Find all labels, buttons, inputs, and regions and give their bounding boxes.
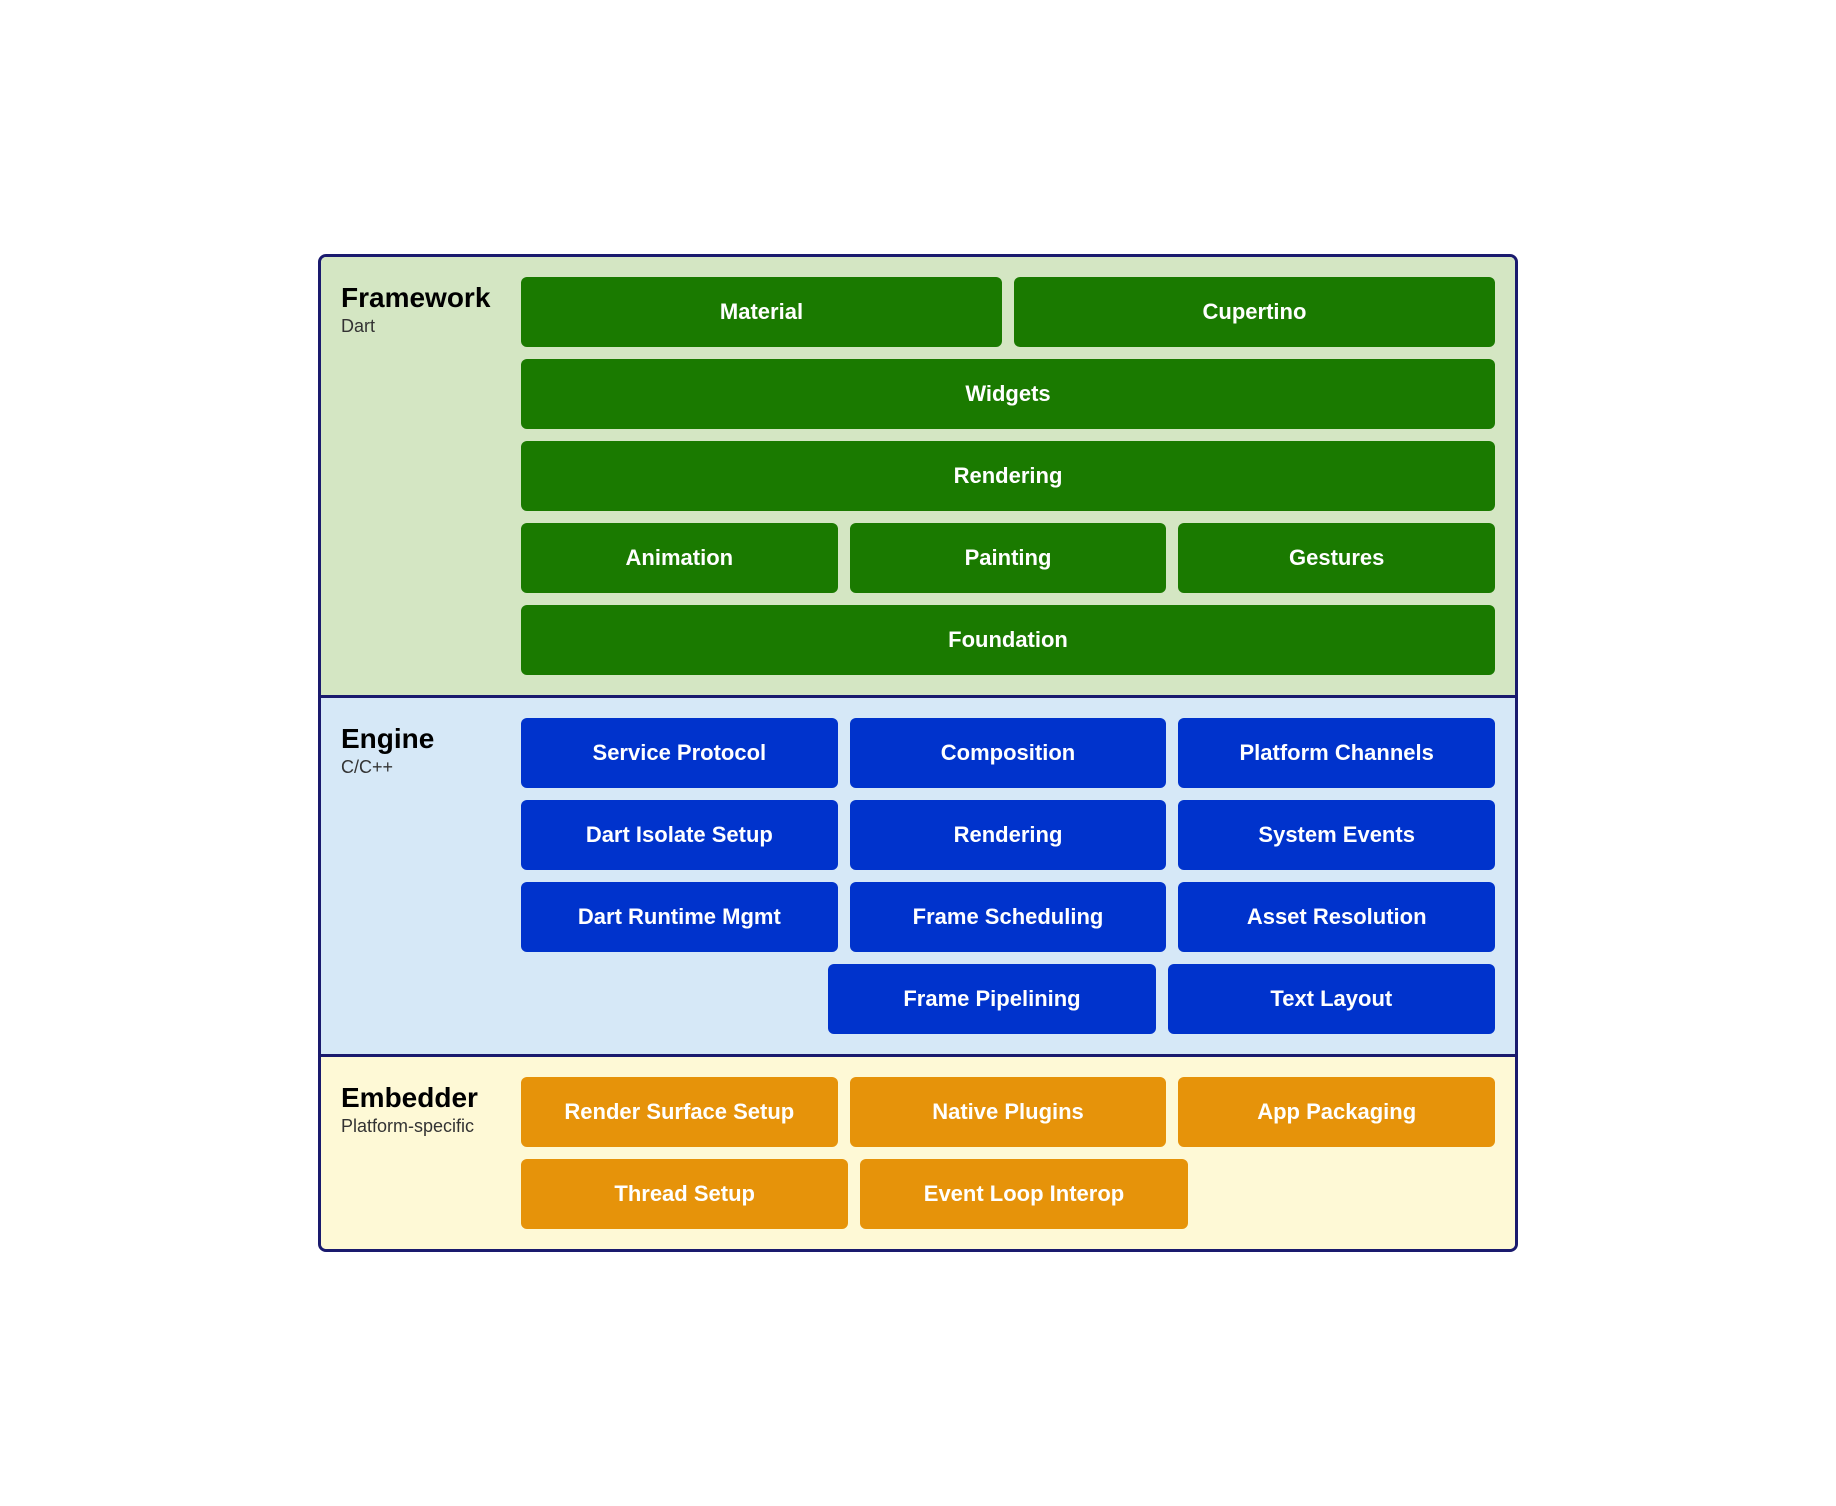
material-button: Material <box>521 277 1002 347</box>
framework-content: Material Cupertino Widgets Rendering Ani… <box>521 277 1495 675</box>
embedder-layer: Embedder Platform-specific Render Surfac… <box>321 1057 1515 1249</box>
engine-content: Service Protocol Composition Platform Ch… <box>521 718 1495 1034</box>
foundation-button: Foundation <box>521 605 1495 675</box>
cupertino-button: Cupertino <box>1014 277 1495 347</box>
engine-row-4: Frame Pipelining Text Layout <box>521 964 1495 1034</box>
frame-pipelining-button: Frame Pipelining <box>828 964 1155 1034</box>
animation-button: Animation <box>521 523 838 593</box>
engine-subtitle: C/C++ <box>341 757 501 778</box>
engine-row-3: Dart Runtime Mgmt Frame Scheduling Asset… <box>521 882 1495 952</box>
framework-row-2: Widgets <box>521 359 1495 429</box>
embedder-content: Render Surface Setup Native Plugins App … <box>521 1077 1495 1229</box>
event-loop-interop-button: Event Loop Interop <box>860 1159 1187 1229</box>
framework-row-5: Foundation <box>521 605 1495 675</box>
engine-row-2: Dart Isolate Setup Rendering System Even… <box>521 800 1495 870</box>
flutter-architecture-diagram: Framework Dart Material Cupertino Widget… <box>318 254 1518 1252</box>
app-packaging-button: App Packaging <box>1178 1077 1495 1147</box>
composition-button: Composition <box>850 718 1167 788</box>
engine-title: Engine <box>341 723 501 755</box>
dart-runtime-mgmt-button: Dart Runtime Mgmt <box>521 882 838 952</box>
framework-row-4: Animation Painting Gestures <box>521 523 1495 593</box>
system-events-button: System Events <box>1178 800 1495 870</box>
render-surface-setup-button: Render Surface Setup <box>521 1077 838 1147</box>
platform-channels-button: Platform Channels <box>1178 718 1495 788</box>
engine-row-1: Service Protocol Composition Platform Ch… <box>521 718 1495 788</box>
engine-row4-spacer <box>521 964 816 1034</box>
widgets-button: Widgets <box>521 359 1495 429</box>
engine-label: Engine C/C++ <box>341 718 501 778</box>
embedder-label: Embedder Platform-specific <box>341 1077 501 1137</box>
asset-resolution-button: Asset Resolution <box>1178 882 1495 952</box>
embedder-title: Embedder <box>341 1082 501 1114</box>
painting-button: Painting <box>850 523 1167 593</box>
embedder-row-2: Thread Setup Event Loop Interop <box>521 1159 1495 1229</box>
framework-subtitle: Dart <box>341 316 501 337</box>
framework-layer: Framework Dart Material Cupertino Widget… <box>321 257 1515 698</box>
dart-isolate-setup-button: Dart Isolate Setup <box>521 800 838 870</box>
framework-label: Framework Dart <box>341 277 501 337</box>
native-plugins-button: Native Plugins <box>850 1077 1167 1147</box>
embedder-row2-spacer <box>1200 1159 1495 1229</box>
rendering-button-eng: Rendering <box>850 800 1167 870</box>
framework-row-1: Material Cupertino <box>521 277 1495 347</box>
thread-setup-button: Thread Setup <box>521 1159 848 1229</box>
gestures-button: Gestures <box>1178 523 1495 593</box>
engine-layer: Engine C/C++ Service Protocol Compositio… <box>321 698 1515 1057</box>
embedder-row-1: Render Surface Setup Native Plugins App … <box>521 1077 1495 1147</box>
rendering-button-fw: Rendering <box>521 441 1495 511</box>
frame-scheduling-button: Frame Scheduling <box>850 882 1167 952</box>
framework-row-3: Rendering <box>521 441 1495 511</box>
text-layout-button: Text Layout <box>1168 964 1495 1034</box>
framework-title: Framework <box>341 282 501 314</box>
service-protocol-button: Service Protocol <box>521 718 838 788</box>
embedder-subtitle: Platform-specific <box>341 1116 501 1137</box>
